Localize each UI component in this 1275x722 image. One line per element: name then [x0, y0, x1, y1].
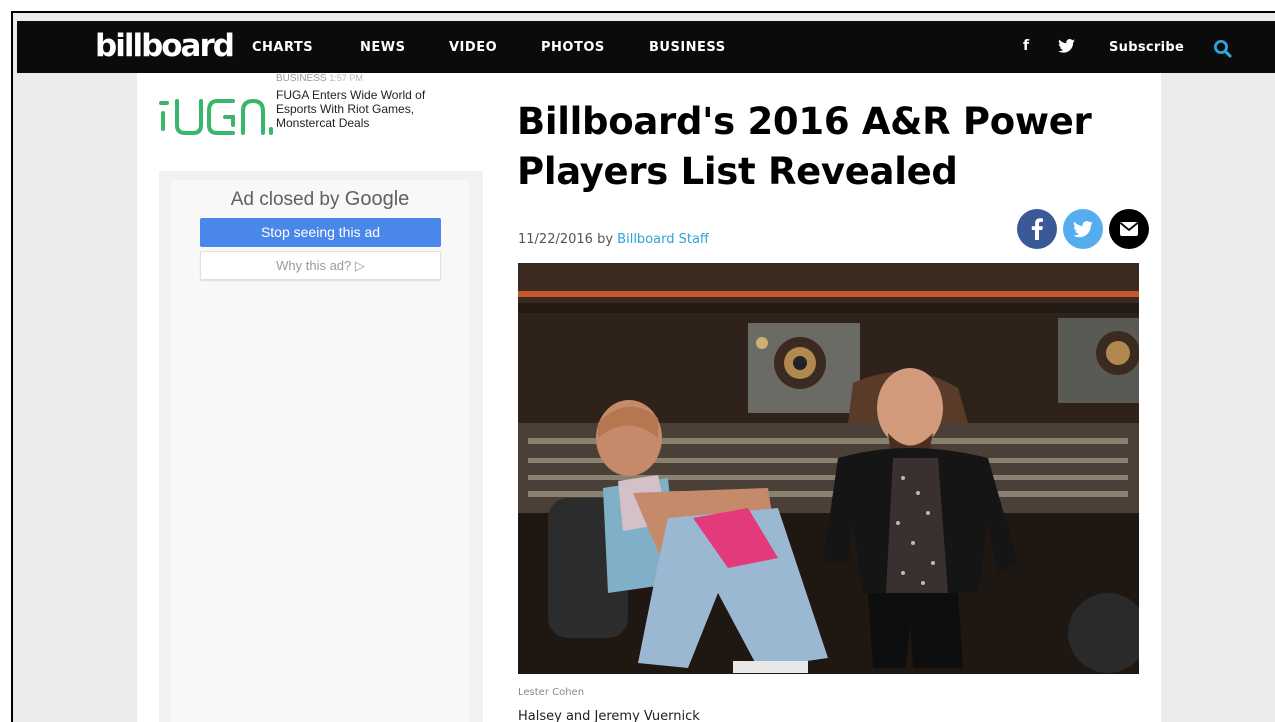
browser-viewport: billboard CHARTS NEWS VIDEO PHOTOS BUSIN…: [11, 11, 1275, 722]
facebook-icon[interactable]: f: [1023, 38, 1029, 54]
share-twitter-button[interactable]: [1063, 209, 1103, 249]
studio-photo: [518, 263, 1139, 674]
ad-slot: Ad closed by Google Stop seeing this ad …: [171, 180, 469, 722]
top-navigation: billboard CHARTS NEWS VIDEO PHOTOS BUSIN…: [17, 21, 1275, 73]
google-wordmark: Google: [344, 188, 410, 210]
ad-closed-prefix: Ad closed by: [230, 189, 340, 210]
nav-photos[interactable]: PHOTOS: [541, 40, 605, 55]
article-headline: Billboard's 2016 A&R Power Players List …: [517, 100, 1092, 193]
twitter-icon: [1073, 221, 1093, 238]
twitter-icon[interactable]: [1058, 39, 1075, 57]
promo-time: 1:57 PM: [329, 73, 363, 83]
article-date: 11/22/2016: [518, 232, 593, 247]
subscribe-link[interactable]: Subscribe: [1109, 40, 1184, 55]
promo-category-label: BUSINESS: [276, 73, 327, 84]
search-icon[interactable]: [1213, 39, 1233, 59]
photo-credit: Lester Cohen: [518, 687, 585, 698]
email-icon: [1119, 222, 1139, 236]
photo-caption: Halsey and Jeremy Vuernick: [518, 709, 700, 722]
billboard-logo[interactable]: billboard: [95, 31, 235, 62]
nav-video[interactable]: VIDEO: [449, 40, 497, 55]
share-facebook-button[interactable]: [1017, 209, 1057, 249]
page-content: BUSINESS 1:57 PM FUGA Enters Wide World …: [137, 73, 1161, 722]
sidebar: BUSINESS 1:57 PM FUGA Enters Wide World …: [159, 73, 483, 722]
fuga-logo: [159, 98, 273, 135]
promo-story[interactable]: BUSINESS 1:57 PM FUGA Enters Wide World …: [159, 73, 483, 171]
nav-business[interactable]: BUSINESS: [649, 40, 726, 55]
article-photo[interactable]: [518, 263, 1139, 674]
why-this-ad-button[interactable]: Why this ad? ▷: [200, 251, 441, 280]
byline-by: by: [597, 232, 614, 247]
nav-charts[interactable]: CHARTS: [252, 40, 313, 55]
ad-closed-message: Ad closed by Google: [171, 188, 469, 211]
promo-title[interactable]: FUGA Enters Wide World of Esports With R…: [276, 88, 461, 130]
promo-category: BUSINESS 1:57 PM: [276, 73, 363, 84]
nav-news[interactable]: NEWS: [360, 40, 405, 55]
article-byline: 11/22/2016 by Billboard Staff: [518, 232, 709, 247]
author-link[interactable]: Billboard Staff: [617, 232, 709, 247]
share-email-button[interactable]: [1109, 209, 1149, 249]
facebook-icon: [1031, 218, 1043, 240]
stop-seeing-ad-button[interactable]: Stop seeing this ad: [200, 218, 441, 247]
